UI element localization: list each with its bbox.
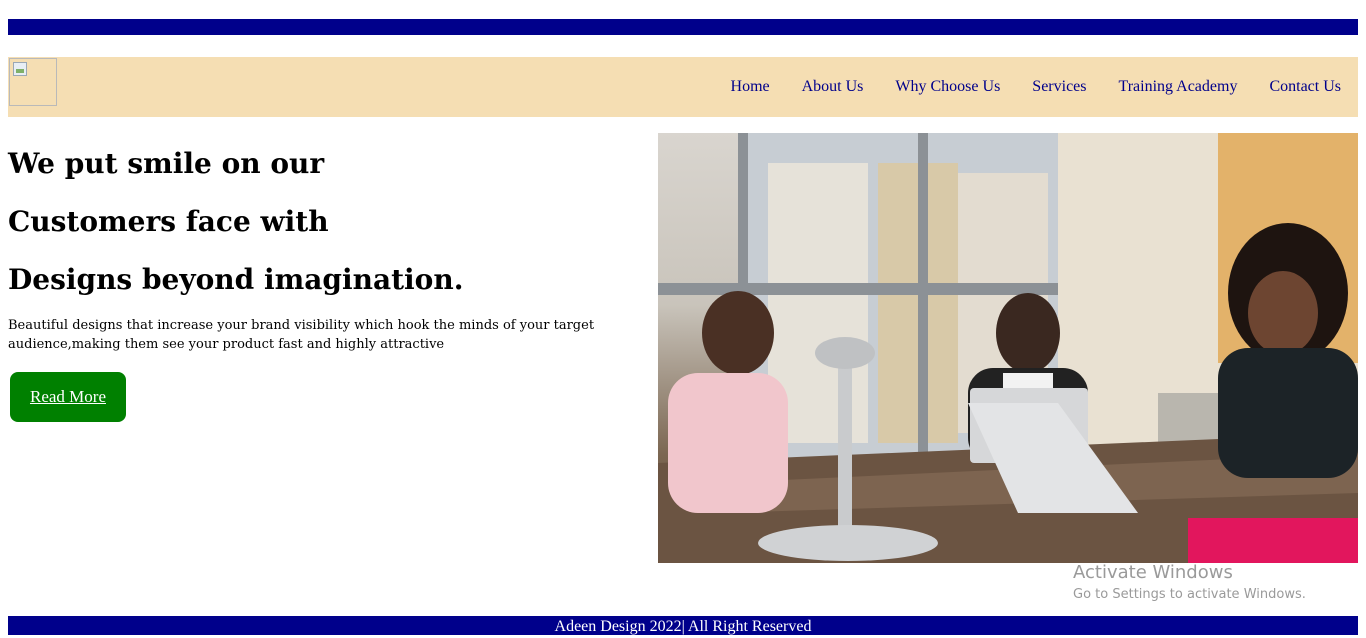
nav-link-home[interactable]: Home	[731, 78, 770, 96]
broken-image-icon	[13, 62, 27, 76]
nav-link-about-us[interactable]: About Us	[802, 78, 864, 96]
hero-heading-line: Designs beyond imagination.	[8, 263, 464, 296]
hero-heading-line: Customers face with	[8, 205, 329, 238]
activate-windows-watermark: Activate Windows Go to Settings to activ…	[1073, 561, 1306, 605]
hero-heading-line: We put smile on our	[8, 147, 325, 180]
activate-windows-subtitle: Go to Settings to activate Windows.	[1073, 587, 1306, 602]
nav-link-training-academy[interactable]: Training Academy	[1119, 78, 1238, 96]
navbar: Home About Us Why Choose Us Services Tra…	[8, 57, 1358, 117]
hero-heading: We put smile on our Customers face with …	[8, 135, 638, 309]
hero-photo-illustration	[658, 133, 1358, 563]
hero-photo-meeting	[658, 133, 1358, 563]
activate-windows-title: Activate Windows	[1073, 562, 1233, 583]
footer: Adeen Design 2022| All Right Reserved	[8, 616, 1358, 635]
top-accent-bar	[8, 19, 1358, 35]
read-more-button[interactable]: Read More	[10, 372, 126, 422]
nav-links: Home About Us Why Choose Us Services Tra…	[716, 57, 1358, 117]
hero-description: Beautiful designs that increase your bra…	[8, 318, 595, 352]
hero-text: We put smile on our Customers face with …	[8, 135, 638, 309]
nav-link-services[interactable]: Services	[1032, 78, 1086, 96]
nav-link-why-choose-us[interactable]: Why Choose Us	[895, 78, 1000, 96]
logo-image[interactable]	[9, 58, 57, 106]
nav-link-contact-us[interactable]: Contact Us	[1269, 78, 1341, 96]
